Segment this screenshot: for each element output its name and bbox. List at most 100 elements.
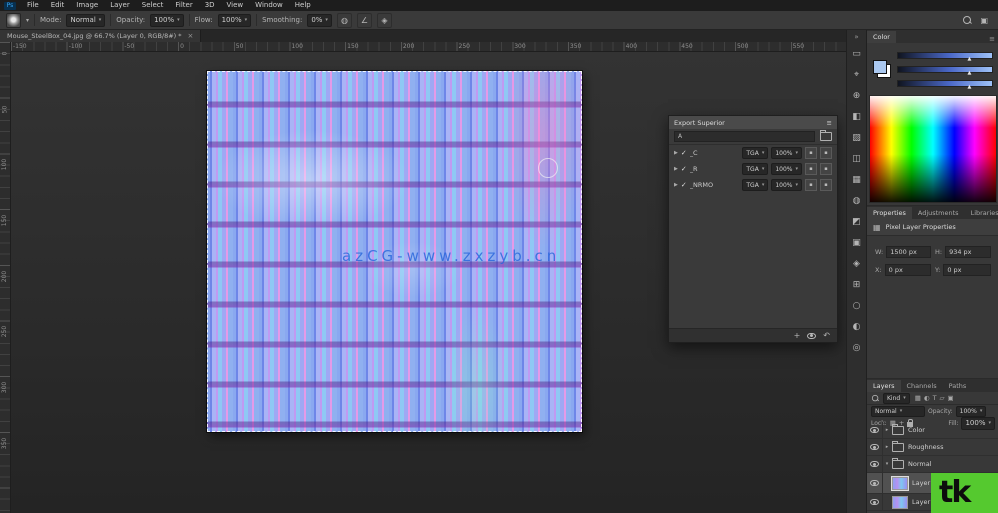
opacity-select[interactable]: 100%▾	[150, 14, 184, 27]
layers-tab[interactable]: Layers	[867, 380, 901, 392]
row-save-button[interactable]: ▪	[820, 179, 832, 191]
option-toggle-icon[interactable]: ◍	[337, 13, 352, 28]
preset-caret-icon[interactable]: ▾	[26, 17, 29, 24]
folder-icon[interactable]	[820, 132, 832, 141]
row-option-button[interactable]: ▪	[805, 163, 817, 175]
expand-caret-icon[interactable]: ▶	[674, 166, 678, 172]
scale-select[interactable]: 100%▾	[771, 179, 802, 191]
expand-caret-icon[interactable]: ▶	[674, 150, 678, 156]
brush-preset-icon[interactable]	[6, 13, 21, 28]
color-channel-slider[interactable]: ▲	[897, 66, 993, 73]
slider-thumb[interactable]: ▲	[968, 85, 972, 90]
layer-filter-icon[interactable]: ▦	[915, 394, 921, 402]
scale-select[interactable]: 100%▾	[771, 163, 802, 175]
layers-tab[interactable]: Channels	[901, 380, 943, 392]
checkmark-icon[interactable]: ✓	[681, 165, 687, 173]
collapse-toolbar-icon[interactable]: »	[854, 31, 858, 43]
export-path-field[interactable]: A	[674, 131, 815, 142]
move-tool-icon[interactable]: ⌖	[847, 64, 866, 85]
layer-search-icon[interactable]	[872, 394, 879, 401]
type-tool-icon[interactable]: ⊞	[847, 274, 866, 295]
visibility-toggle[interactable]	[867, 494, 883, 510]
add-row-button[interactable]: +	[794, 331, 801, 340]
format-select[interactable]: TGA▾	[742, 147, 768, 159]
transform-value-input[interactable]: 934 px	[945, 246, 991, 258]
transform-value-input[interactable]: 0 px	[943, 264, 991, 276]
workspace-icon[interactable]: ▣	[980, 16, 988, 25]
menu-item[interactable]: 3D	[199, 0, 221, 11]
menu-item[interactable]: Select	[136, 0, 170, 11]
eyedropper-tool-icon[interactable]: ▨	[847, 127, 866, 148]
visibility-toggle[interactable]	[867, 473, 883, 493]
layer-row[interactable]: ▸ Roughness	[867, 439, 998, 456]
menu-item[interactable]: Window	[249, 0, 289, 11]
group-caret-icon[interactable]: ▸	[883, 427, 891, 433]
blend-mode-select[interactable]: Normal▾	[66, 14, 105, 27]
visibility-toggle[interactable]	[867, 456, 883, 472]
panel-menu-icon[interactable]: ≡	[827, 119, 832, 127]
group-caret-icon[interactable]: ▾	[883, 461, 891, 467]
export-row[interactable]: ▶ ✓ _NRMO TGA▾ 100%▾ ▪ ▪	[669, 177, 837, 193]
marquee-tool-icon[interactable]: ▭	[847, 43, 866, 64]
transform-value-input[interactable]: 0 px	[885, 264, 931, 276]
properties-tab[interactable]: Libraries	[965, 207, 998, 219]
clone-stamp-tool-icon[interactable]: ▦	[847, 169, 866, 190]
expand-caret-icon[interactable]: ▶	[674, 182, 678, 188]
layer-row[interactable]: ▸ Color	[867, 422, 998, 439]
row-option-button[interactable]: ▪	[805, 147, 817, 159]
kind-filter-select[interactable]: Kind▾	[883, 393, 910, 404]
color-spectrum-picker[interactable]	[869, 95, 997, 203]
foreground-color-swatch[interactable]	[873, 60, 887, 74]
color-channel-slider[interactable]: ▲	[897, 80, 993, 87]
checkmark-icon[interactable]: ✓	[681, 149, 687, 157]
color-channel-slider[interactable]: ▲	[897, 52, 993, 59]
layer-filter-icon[interactable]: T	[933, 394, 937, 402]
shape-tool-icon[interactable]: ○	[847, 295, 866, 316]
menu-item[interactable]: Image	[70, 0, 104, 11]
zoom-tool-icon[interactable]: ◎	[847, 337, 866, 358]
smoothing-select[interactable]: 0%▾	[307, 14, 332, 27]
menu-item[interactable]: File	[21, 0, 45, 11]
transform-value-input[interactable]: 1500 px	[886, 246, 931, 258]
pen-tool-icon[interactable]: ◈	[847, 253, 866, 274]
menu-item[interactable]: Help	[289, 0, 317, 11]
visibility-toggle[interactable]	[867, 422, 883, 438]
layer-blend-mode-select[interactable]: Normal▾	[871, 406, 925, 417]
lasso-tool-icon[interactable]: ⊕	[847, 85, 866, 106]
brush-tool-icon[interactable]: ◫	[847, 148, 866, 169]
format-select[interactable]: TGA▾	[742, 179, 768, 191]
layer-filter-icon[interactable]: ◐	[924, 394, 930, 402]
properties-tab[interactable]: Properties	[867, 207, 912, 219]
panel-menu-icon[interactable]: ≡	[985, 35, 998, 43]
menu-item[interactable]: Filter	[169, 0, 198, 11]
document-tab[interactable]: Mouse_SteelBox_04.jpg @ 66.7% (Layer 0, …	[0, 30, 201, 42]
checkmark-icon[interactable]: ✓	[681, 181, 687, 189]
layer-filter-icon[interactable]: ▱	[940, 394, 945, 402]
layers-tab[interactable]: Paths	[943, 380, 973, 392]
menu-item[interactable]: View	[221, 0, 250, 11]
menu-item[interactable]: Layer	[104, 0, 136, 11]
gradient-tool-icon[interactable]: ◩	[847, 211, 866, 232]
undo-icon[interactable]: ↶	[823, 331, 830, 340]
row-option-button[interactable]: ▪	[805, 179, 817, 191]
export-row[interactable]: ▶ ✓ _R TGA▾ 100%▾ ▪ ▪	[669, 161, 837, 177]
layer-opacity-select[interactable]: 100%▾	[956, 406, 987, 417]
layer-row[interactable]: ▾ Normal	[867, 456, 998, 473]
option-toggle-icon[interactable]: ∠	[357, 13, 372, 28]
group-caret-icon[interactable]: ▸	[883, 444, 891, 450]
export-row[interactable]: ▶ ✓ _C TGA▾ 100%▾ ▪ ▪	[669, 145, 837, 161]
flow-select[interactable]: 100%▾	[218, 14, 252, 27]
slider-thumb[interactable]: ▲	[968, 71, 972, 76]
close-icon[interactable]: ×	[188, 32, 194, 40]
eraser-tool-icon[interactable]: ◍	[847, 190, 866, 211]
row-save-button[interactable]: ▪	[820, 147, 832, 159]
tab-color[interactable]: Color	[867, 31, 896, 43]
menu-item[interactable]: Edit	[45, 0, 71, 11]
properties-tab[interactable]: Adjustments	[912, 207, 965, 219]
crop-tool-icon[interactable]: ◧	[847, 106, 866, 127]
visibility-toggle[interactable]	[867, 439, 883, 455]
slider-thumb[interactable]: ▲	[968, 57, 972, 62]
foreground-background-swatches[interactable]	[873, 60, 891, 78]
search-icon[interactable]	[963, 16, 972, 25]
preview-eye-icon[interactable]	[807, 333, 816, 339]
